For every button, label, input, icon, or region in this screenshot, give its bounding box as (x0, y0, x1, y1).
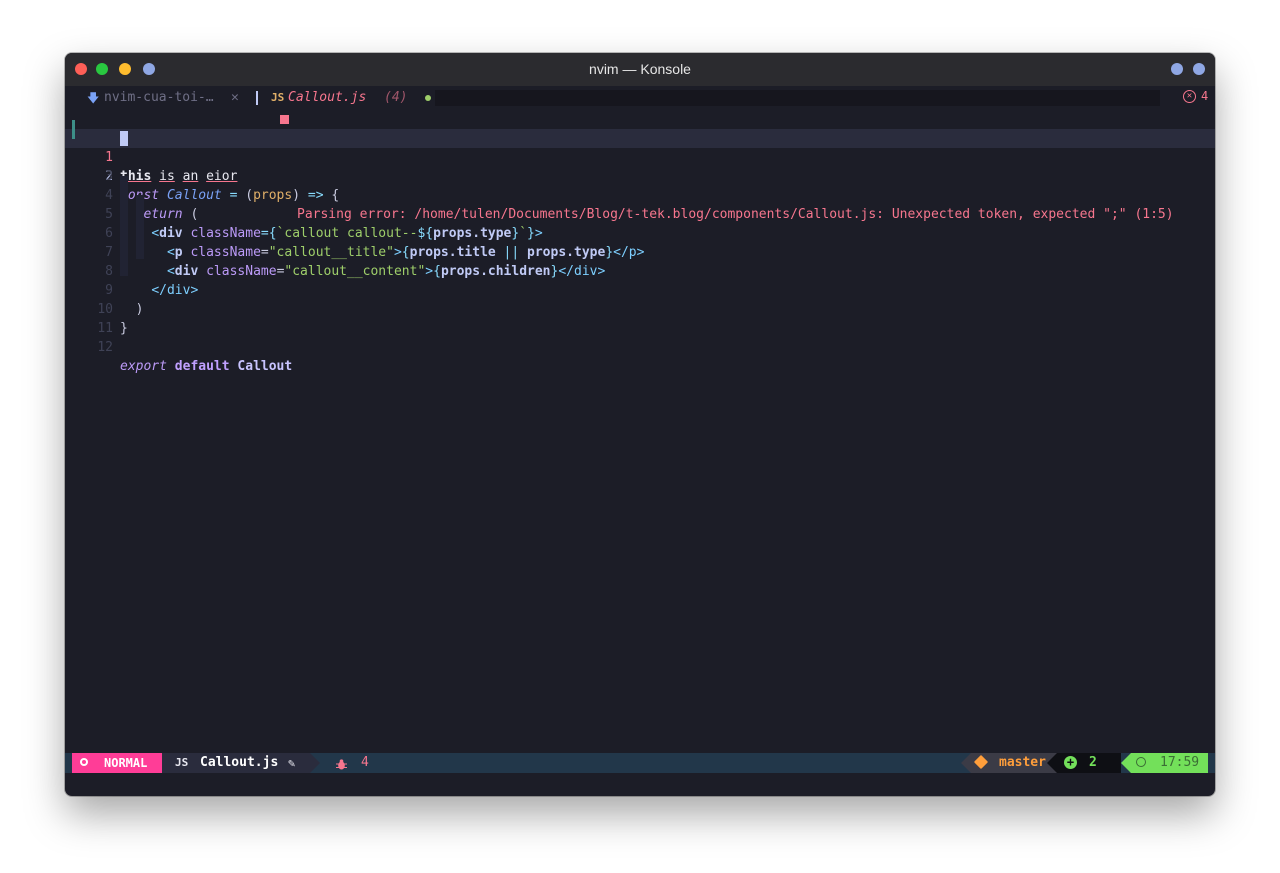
tabline: 🡇 nvim-cua-toi-… ✕ JS Callout.js (4) ✕ 4 (65, 86, 1215, 110)
tabline-fill (435, 90, 1160, 106)
window-dot-left[interactable] (1171, 63, 1183, 75)
code-line: 6 <p className="callout__title">{props.t… (65, 205, 1215, 260)
branch-separator (961, 753, 971, 773)
git-branch[interactable]: master (971, 753, 1057, 773)
editor-buffer[interactable]: 1 this is an eior Parsing error: /home/t… (65, 110, 1215, 750)
error-square-icon (280, 115, 289, 124)
branch-name: master (999, 755, 1046, 770)
file-info[interactable]: JS Callout.js ✎ (162, 753, 310, 773)
tab-label: Callout.js (288, 90, 367, 105)
tab-error-count: (4) (384, 90, 408, 105)
code-line: 1 this is an eior Parsing error: /home/t… (65, 110, 1215, 222)
window-dot-right[interactable] (1193, 63, 1205, 75)
added-count: 2 (1089, 755, 1097, 770)
plus-circle-icon: + (1064, 756, 1077, 769)
line-number: 12 (97, 340, 113, 355)
code-line: 5 <div className={`callout callout--${pr… (65, 186, 1215, 241)
status-filename: Callout.js (200, 755, 279, 770)
tab-nvim-cua-toi[interactable]: 🡇 nvim-cua-toi-… ✕ (73, 88, 249, 108)
pencil-icon: ✎ (288, 756, 296, 770)
cursor (120, 131, 128, 146)
tabline-error-count: 4 (1201, 89, 1209, 103)
code-line: 10 } (65, 281, 1215, 336)
window-title: nvim — Konsole (589, 61, 691, 77)
code-line: 9 ) (65, 262, 1215, 317)
mode-label: NORMAL (104, 756, 148, 770)
indent-guide (120, 176, 128, 276)
konsole-window: nvim — Konsole 🡇 nvim-cua-toi-… ✕ JS Cal… (65, 53, 1215, 796)
code-line: 4 return ( (65, 167, 1215, 222)
js-filetype-icon: JS (175, 756, 189, 769)
file-separator (310, 753, 320, 773)
line-code: export default Callout (120, 359, 293, 374)
code-line-current: 2 (65, 120, 1215, 184)
bug-icon (336, 757, 347, 770)
code-line: 12 export default Callout (65, 319, 1215, 374)
modified-dot-icon (425, 95, 431, 101)
git-change-marker (72, 120, 75, 139)
mode-indicator: NORMAL (72, 753, 162, 773)
code-line: 8 </div> (65, 243, 1215, 298)
diff-separator (1047, 753, 1057, 773)
close-icon[interactable]: ✕ (231, 88, 239, 108)
git-diff: + 2 (1057, 753, 1121, 773)
title-bar: nvim — Konsole (65, 53, 1215, 86)
js-filetype-icon: JS (271, 91, 285, 104)
clock-icon (1136, 757, 1146, 767)
mode-icon (80, 758, 88, 766)
code-line: 11 (65, 300, 1215, 336)
code-line: 3 const Callout = (props) => { (65, 148, 1215, 203)
indent-guide (136, 195, 144, 259)
error-circle-icon: ✕ (1183, 90, 1196, 103)
status-error-count: 4 (361, 755, 369, 770)
status-line: NORMAL JS Callout.js ✎ 4 master + 2 17:5… (65, 753, 1215, 773)
git-branch-icon (973, 754, 989, 770)
clock: 17:59 (1131, 753, 1208, 773)
tab-label: nvim-cua-toi-… (104, 90, 214, 105)
code-line: 7 <div className="callout__content">{pro… (65, 224, 1215, 279)
time-separator (1121, 753, 1131, 773)
clock-time: 17:59 (1160, 755, 1200, 770)
download-arrow-icon: 🡇 (87, 91, 100, 105)
